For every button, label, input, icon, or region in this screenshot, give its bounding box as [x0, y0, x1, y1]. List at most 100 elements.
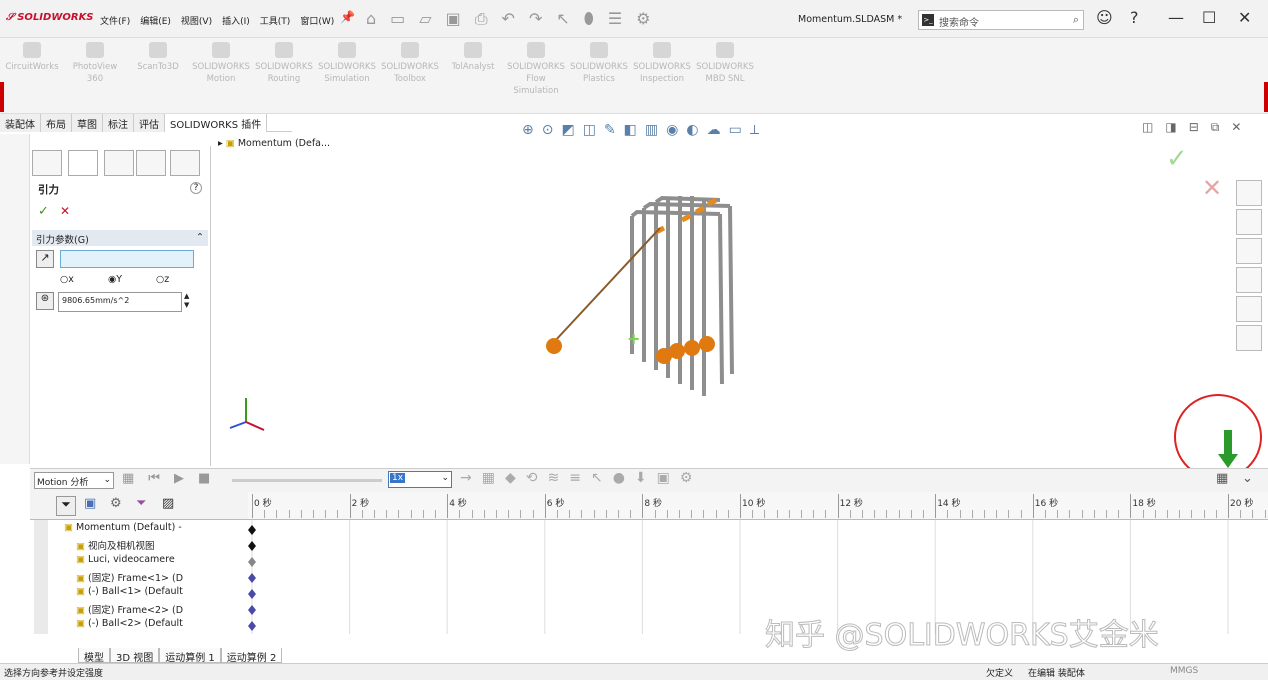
bottom-tab-0[interactable]: 模型 [78, 648, 110, 664]
save-icon[interactable]: ▣ [446, 9, 461, 29]
search-input[interactable]: >_ 搜索命令 ⌕ [918, 10, 1084, 30]
menu-item[interactable]: 文件(F) [100, 14, 130, 27]
viewport-close-icon[interactable]: ✕ [1231, 120, 1241, 135]
appearances-icon[interactable] [1236, 296, 1262, 322]
radio-z[interactable]: ○z [156, 274, 169, 285]
menu-item[interactable]: 插入(I) [222, 14, 250, 27]
tab-4[interactable]: 评估 [134, 114, 165, 132]
tab-5[interactable]: SOLIDWORKS 插件 [165, 114, 268, 132]
study-type-select[interactable]: Motion 分析 ⌄ [34, 472, 114, 489]
filter-icon[interactable]: ⏷ [56, 496, 76, 516]
tab-1[interactable]: 布局 [41, 114, 72, 132]
contact-icon[interactable]: ● [613, 470, 625, 486]
gravity-spinner[interactable]: ▲ ▼ [184, 292, 189, 310]
timeline-tree-row[interactable]: ▣ Luci, videocamere [76, 554, 175, 570]
radio-y[interactable]: ◉Y [108, 274, 122, 285]
calendar-icon[interactable]: ▦ [1216, 471, 1228, 486]
timeline-tree-row[interactable]: ▣ (-) Ball<1> (Default [76, 586, 183, 602]
filter-driving-icon[interactable]: ⚙ [110, 496, 122, 511]
timeline-tree-row[interactable]: ▣ (-) Ball<2> (Default [76, 618, 183, 634]
zoom-fit-icon[interactable]: ⊕ [522, 122, 534, 138]
direction-reference-field[interactable] [60, 250, 194, 268]
gravity-params-section[interactable]: 引力参数(G) ⌃ [32, 230, 208, 246]
tab-2[interactable]: 草图 [72, 114, 103, 132]
animation-wizard-icon[interactable]: ▦ [482, 470, 495, 486]
undo-icon[interactable]: ↶ [502, 9, 515, 29]
bottom-tab-1[interactable]: 3D 视图 [110, 648, 160, 664]
force-icon[interactable]: ↖ [591, 470, 603, 486]
viewport-maximize-icon[interactable]: ⧉ [1211, 120, 1220, 135]
ribbon-button[interactable]: CircuitWorks [2, 42, 62, 73]
collapse-chevron-icon[interactable]: ⌄ [1242, 471, 1253, 486]
view-orientation-icon[interactable]: ◧ [624, 122, 637, 138]
section-view-icon[interactable]: ◫ [583, 122, 596, 138]
status-units[interactable]: MMGS [1170, 666, 1198, 676]
close-icon[interactable]: ✕ [1238, 8, 1251, 27]
flyout-tree[interactable]: ▸ ▣ Momentum (Defa... [218, 138, 330, 149]
direction-arrow-icon[interactable]: ↗ [36, 250, 54, 268]
playback-speed-select[interactable]: 1x ⌄ [388, 471, 452, 488]
ribbon-button[interactable]: SOLIDWORKS Simulation [317, 42, 377, 85]
tab-config-icon[interactable] [104, 150, 134, 176]
save-animation-icon[interactable]: → [460, 470, 472, 486]
bottom-tab-3[interactable]: 运动算例 2 [220, 648, 283, 664]
ribbon-button[interactable]: SOLIDWORKS Inspection [632, 42, 692, 85]
view-palette-icon[interactable] [1236, 267, 1262, 293]
filter-results-icon[interactable]: ▨ [162, 496, 174, 511]
graphics-viewport[interactable]: ▸ ▣ Momentum (Defa... ⊕ ⊙ ◩ ◫ ✎ ◧ ▥ ◉ ◐ … [212, 120, 1266, 480]
zoom-area-icon[interactable]: ⊙ [542, 122, 554, 138]
menu-item[interactable]: 视图(V) [181, 14, 212, 27]
search-icon[interactable]: ⌕ [1073, 13, 1079, 27]
damper-icon[interactable]: ≡ [569, 470, 581, 486]
radio-x[interactable]: ○x [60, 274, 74, 285]
tab-appearance-icon[interactable] [170, 150, 200, 176]
file-explorer-icon[interactable] [1236, 238, 1262, 264]
edit-appearance-icon[interactable]: ◐ [686, 122, 698, 138]
timeline-tree-row[interactable]: ▣ (固定) Frame<1> (D [76, 570, 183, 586]
ribbon-button[interactable]: SOLIDWORKS MBD SNL [695, 42, 755, 85]
display-style-icon[interactable]: ▥ [645, 122, 658, 138]
file-properties-icon[interactable]: ☰ [608, 9, 622, 29]
apply-scene-icon[interactable]: ☁ [707, 122, 721, 138]
dynamic-annotation-icon[interactable]: ✎ [604, 122, 616, 138]
time-ruler[interactable]: 0 秒 2 秒 4 秒 6 秒 8 秒 10 秒 12 秒 14 秒 16 秒 18 秒 20 秒 [248, 492, 1268, 520]
gravity-tool-icon[interactable]: ⬇ [635, 470, 647, 486]
redo-icon[interactable]: ↷ [529, 9, 542, 29]
ribbon-button[interactable]: ScanTo3D [128, 42, 188, 73]
home-pane-icon[interactable] [1236, 180, 1262, 206]
hide-show-icon[interactable]: ◉ [666, 122, 678, 138]
filter-animated-icon[interactable]: ▣ [84, 496, 96, 511]
bottom-tab-2[interactable]: 运动算例 1 [159, 648, 221, 664]
help-button[interactable]: ? [190, 182, 202, 194]
study-properties-icon[interactable]: ⚙ [680, 470, 693, 486]
stop-icon[interactable]: ■ [198, 471, 210, 486]
help-icon[interactable]: ? [1130, 8, 1139, 27]
motor-icon[interactable]: ⟲ [526, 470, 538, 486]
ribbon-button[interactable]: PhotoView 360 [65, 42, 125, 85]
previous-view-icon[interactable]: ◩ [561, 122, 574, 138]
ribbon-button[interactable]: TolAnalyst [443, 42, 503, 73]
perspective-icon[interactable]: ⟂ [750, 122, 759, 138]
ribbon-button[interactable]: SOLIDWORKS Motion [191, 42, 251, 85]
cancel-button[interactable]: ✕ [60, 204, 70, 218]
select-icon[interactable]: ↖ [556, 9, 569, 29]
maximize-icon[interactable]: ☐ [1202, 8, 1216, 27]
calculate-icon[interactable]: ▦ [122, 471, 134, 486]
autokey-icon[interactable]: ◆ [505, 470, 516, 486]
design-library-icon[interactable] [1236, 209, 1262, 235]
filter-selected-icon[interactable]: ⏷ [136, 496, 146, 511]
ribbon-button[interactable]: SOLIDWORKS Plastics [569, 42, 629, 85]
tab-0[interactable]: 装配体 [0, 114, 41, 132]
split-h-icon[interactable]: ◫ [1142, 120, 1153, 135]
timeline-tree-row[interactable]: ▣ (固定) Frame<2> (D [76, 602, 183, 618]
playback-slider[interactable] [232, 479, 382, 482]
custom-properties-icon[interactable] [1236, 325, 1262, 351]
menu-item[interactable]: 窗口(W) [300, 14, 334, 27]
tab-dimxpert-icon[interactable] [136, 150, 166, 176]
gravity-value-input[interactable]: 9806.65mm/s^2 [58, 292, 182, 312]
spring-icon[interactable]: ≋ [547, 470, 559, 486]
results-plots-icon[interactable]: ▣ [657, 470, 670, 486]
play-icon[interactable]: ▶ [174, 471, 184, 486]
ribbon-button[interactable]: SOLIDWORKS Flow Simulation [506, 42, 566, 97]
split-v-icon[interactable]: ◨ [1165, 120, 1176, 135]
